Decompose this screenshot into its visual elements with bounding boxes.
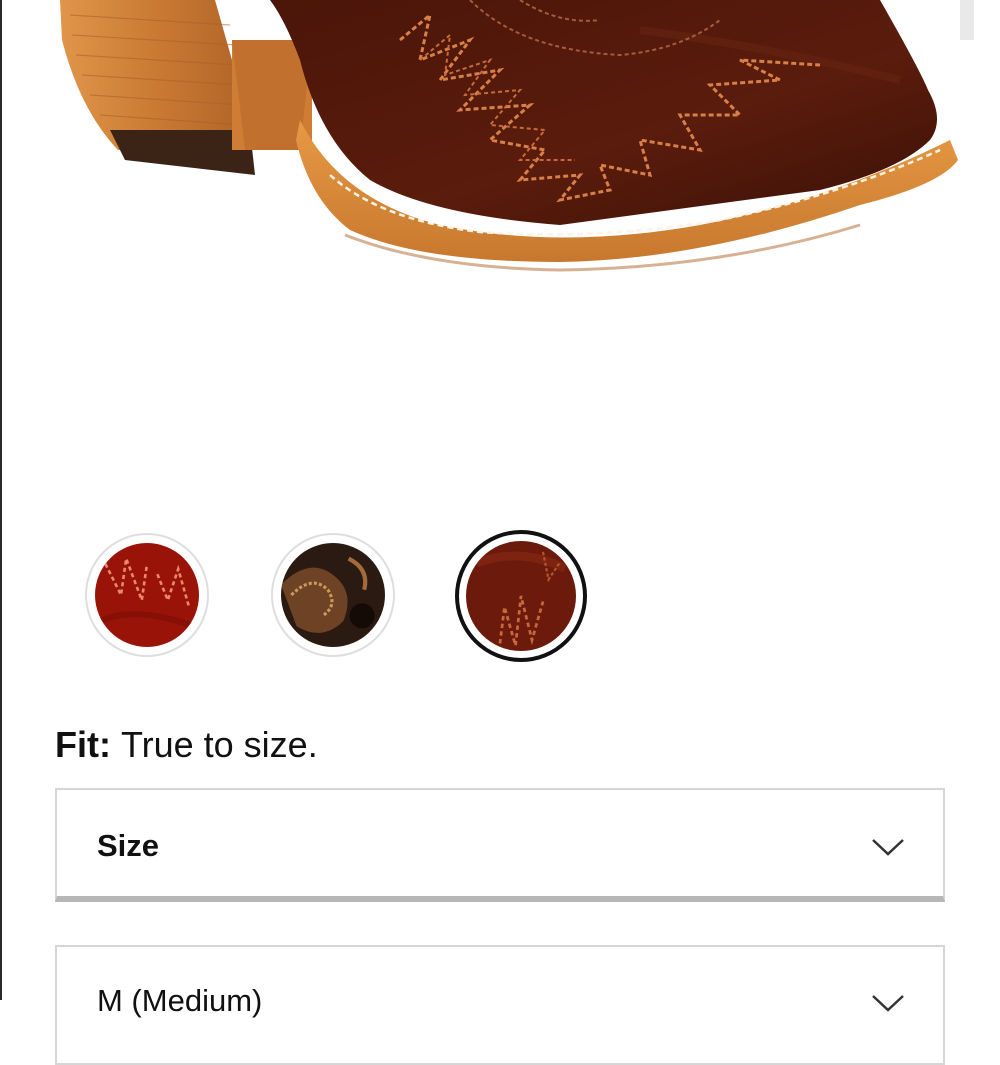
swatch-red-image xyxy=(95,543,199,647)
fit-info: Fit: True to size. xyxy=(55,724,318,766)
fit-value: True to size. xyxy=(120,724,318,765)
width-select[interactable]: M (Medium) xyxy=(55,945,945,1065)
size-select[interactable]: Size xyxy=(55,788,945,902)
boot-illustration xyxy=(60,0,974,272)
color-swatch-group xyxy=(0,530,1000,665)
swatch-dark-pattern-image xyxy=(281,543,385,647)
swatch-red[interactable] xyxy=(85,533,209,657)
fit-label: Fit: xyxy=(55,724,111,765)
swatch-brown-selected[interactable] xyxy=(455,530,587,662)
width-select-value: M (Medium) xyxy=(97,983,263,1018)
chevron-down-icon xyxy=(872,995,904,1012)
swatch-brown-image xyxy=(466,541,576,651)
swatch-dark-pattern[interactable] xyxy=(271,533,395,657)
product-image[interactable] xyxy=(0,0,1000,310)
chevron-down-icon xyxy=(872,839,904,856)
size-select-label: Size xyxy=(97,828,160,863)
